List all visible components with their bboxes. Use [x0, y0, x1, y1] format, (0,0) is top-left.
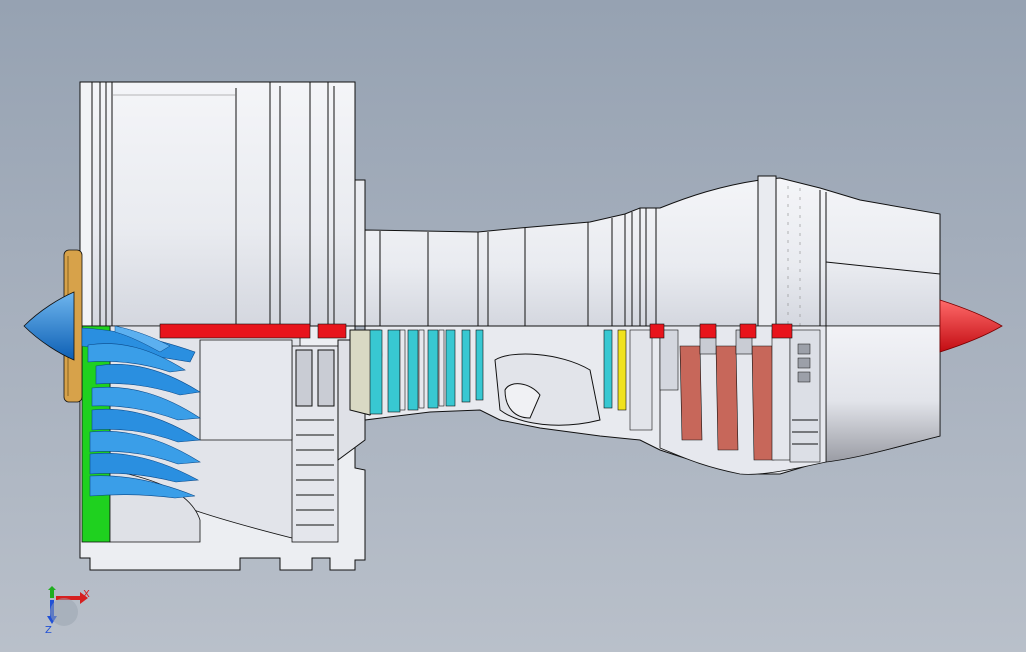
- y-axis-arrow: [48, 586, 56, 598]
- z-axis-label: Z: [45, 625, 52, 636]
- graphics-viewport[interactable]: X Z: [0, 0, 1026, 652]
- core-casing[interactable]: [364, 175, 941, 327]
- coordinate-triad[interactable]: X Z: [36, 586, 96, 642]
- engine-section-view[interactable]: [79, 325, 941, 571]
- fan-nacelle[interactable]: [79, 81, 366, 327]
- triad-origin-shadow: [50, 598, 78, 626]
- x-axis-label: X: [83, 589, 90, 600]
- exhaust-cone[interactable]: [939, 299, 1003, 353]
- spinner-assembly[interactable]: [23, 249, 83, 403]
- turbofan-engine-model[interactable]: [0, 0, 1026, 652]
